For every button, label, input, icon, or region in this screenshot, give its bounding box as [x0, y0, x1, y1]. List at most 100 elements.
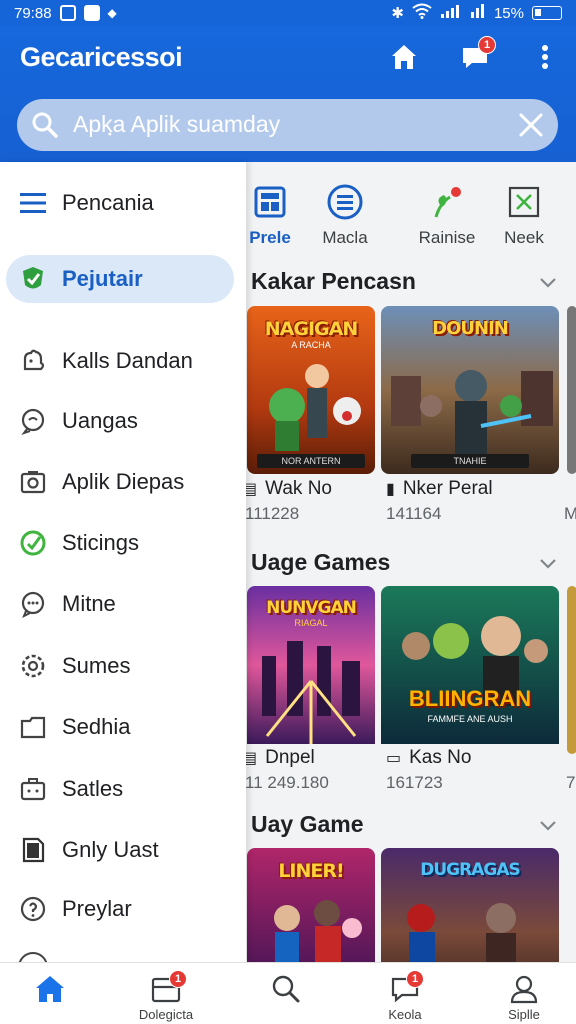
tab-prele[interactable]: Prele	[246, 170, 310, 260]
drawer-item-uangas[interactable]: Uangas	[0, 397, 246, 445]
game-card[interactable]: DUGRAGAS	[381, 848, 559, 962]
notifications-button[interactable]: 1	[458, 36, 496, 74]
info-circle-icon	[18, 894, 48, 924]
game-card[interactable]: NAGIGAN A RACHA NOR ANTERN	[247, 306, 375, 474]
wifi-icon	[412, 3, 432, 23]
drawer-item-label: Preylar	[62, 896, 132, 921]
check-shield-icon	[18, 264, 48, 294]
nav-label: Keola	[388, 1007, 422, 1022]
game-count: M	[564, 504, 576, 523]
game-art-title: NAGIGAN	[264, 318, 358, 340]
drawer-item-label: Aplik Diepas	[62, 469, 185, 494]
game-art-title: LINER!	[278, 860, 344, 882]
partial-item-icon	[18, 952, 48, 962]
puzzle-icon	[18, 346, 48, 376]
game-count: 11 249.180	[246, 773, 329, 792]
nav-home[interactable]	[0, 963, 100, 1024]
bluetooth-icon: ✱	[391, 5, 404, 22]
chevron-down-icon[interactable]	[538, 553, 558, 573]
status-bar: 79:88 ◆ ✱ 15%	[0, 0, 576, 26]
tab-label: Macla	[322, 228, 368, 247]
chat-icon	[18, 406, 48, 436]
home-button[interactable]	[387, 40, 421, 74]
more-options-button[interactable]	[528, 40, 562, 74]
main-content: Prele Macla Rainise Neek Kakar Pencasn N…	[246, 162, 576, 962]
camera-icon	[18, 467, 48, 497]
game-count: 111228	[246, 504, 300, 523]
game-label: ▭ Kas No	[386, 747, 471, 769]
chat-bubble-icon: 1	[388, 970, 424, 1006]
notification-filled-square-icon	[83, 5, 100, 21]
drawer-item-label: Sumes	[62, 653, 131, 678]
game-art-subtitle: RIAGAL	[294, 618, 328, 628]
drawer-item-sedhia[interactable]: Sedhia	[0, 703, 246, 751]
nav-keola[interactable]: 1 Keola	[355, 963, 455, 1024]
drawer-item-label: Sticings	[62, 530, 140, 555]
battery-icon	[532, 6, 562, 20]
game-count: 7	[566, 773, 576, 792]
tab-label: Prele	[249, 228, 291, 247]
drawer-item-pencania[interactable]: Pencania	[0, 179, 246, 227]
signal-2-icon	[470, 3, 486, 23]
category-tabs: Prele Macla Rainise Neek	[246, 170, 576, 260]
drawer-item-label: Kalls Dandan	[62, 348, 193, 373]
search-input[interactable]: Apkฺa Aplik suamday	[73, 107, 518, 143]
tab-rainise[interactable]: Rainise	[407, 170, 487, 260]
chevron-down-icon[interactable]	[538, 815, 558, 835]
drawer-item-sumes[interactable]: Sumes	[0, 642, 246, 690]
home-icon	[392, 45, 416, 69]
diamond-icon: ◆	[107, 6, 117, 20]
tab-label: Neek	[504, 228, 544, 247]
search-icon	[32, 112, 58, 138]
game-count: 141164	[386, 504, 442, 523]
tab-label: Rainise	[418, 228, 476, 247]
game-art-title: DOUNIN	[432, 318, 509, 339]
game-card-partial[interactable]	[567, 586, 576, 754]
grid-small-icon: ▤	[246, 750, 258, 767]
nav-search[interactable]	[236, 963, 336, 1024]
green-circle-icon	[18, 528, 48, 558]
drawer-item-pejutair[interactable]: Pejutair	[6, 255, 234, 303]
drawer-item-satles[interactable]: Satles	[0, 765, 246, 813]
game-card[interactable]: NUNVGAN RIAGAL	[247, 586, 375, 754]
game-card[interactable]: LINER!	[247, 848, 375, 962]
drawer-item-label: Sedhia	[62, 714, 131, 739]
drawer-item-label: Pencania	[62, 190, 154, 215]
game-label: ▤ Dnpel	[246, 747, 315, 769]
drawer-item-mitne[interactable]: Mitne	[0, 580, 246, 628]
drawer-item-label: Pejutair	[62, 266, 143, 291]
drawer-item-preylar[interactable]: Preylar	[0, 885, 246, 933]
drawer-item-sticings[interactable]: Sticings	[0, 519, 246, 567]
nav-dolegicta[interactable]: 1 Dolegicta	[116, 963, 216, 1024]
message-icon	[18, 589, 48, 619]
drawer-item-label: Uangas	[62, 408, 138, 433]
nav-badge: 1	[406, 970, 424, 988]
game-art-subtitle: FAMMFE ANE AUSH	[427, 714, 513, 724]
x-box-icon	[504, 182, 544, 222]
search-bar[interactable]: Apkฺa Aplik suamday	[17, 99, 558, 151]
document-icon	[18, 835, 48, 865]
game-art-subtitle: A RACHA	[291, 340, 331, 350]
laptop-icon: ▭	[386, 750, 402, 767]
section-title: Kakar Pencasn	[251, 268, 416, 294]
grid-small-icon: ▤	[246, 481, 258, 498]
chevron-down-icon[interactable]	[538, 272, 558, 292]
tab-neek[interactable]: Neek	[484, 170, 564, 260]
app-bar: Gecaricessoi 1 Apkฺa Aplik suamday	[0, 26, 576, 162]
profile-icon	[507, 972, 541, 1006]
game-art-banner: TNAHIE	[411, 454, 529, 468]
nav-badge: 1	[169, 970, 187, 988]
drawer-item-gnly-uast[interactable]: Gnly Uast	[0, 826, 246, 874]
nav-profile[interactable]: Siplle	[474, 963, 574, 1024]
app-title: Gecaricessoi	[20, 42, 183, 72]
drawer-item-label: Gnly Uast	[62, 837, 159, 862]
tab-macla[interactable]: Macla	[305, 170, 385, 260]
game-card[interactable]: BLIINGRAN FAMMFE ANE AUSH	[381, 586, 559, 754]
clear-icon[interactable]	[518, 112, 544, 138]
bottom-navigation: 1 Dolegicta 1 Keola Siplle	[0, 962, 576, 1024]
briefcase-icon	[18, 774, 48, 804]
game-card-partial[interactable]	[567, 306, 576, 474]
drawer-item-kalls-dandan[interactable]: Kalls Dandan	[0, 337, 246, 385]
drawer-item-aplik-diepas[interactable]: Aplik Diepas	[0, 458, 246, 506]
game-card[interactable]: DOUNIN TNAHIE	[381, 306, 559, 474]
